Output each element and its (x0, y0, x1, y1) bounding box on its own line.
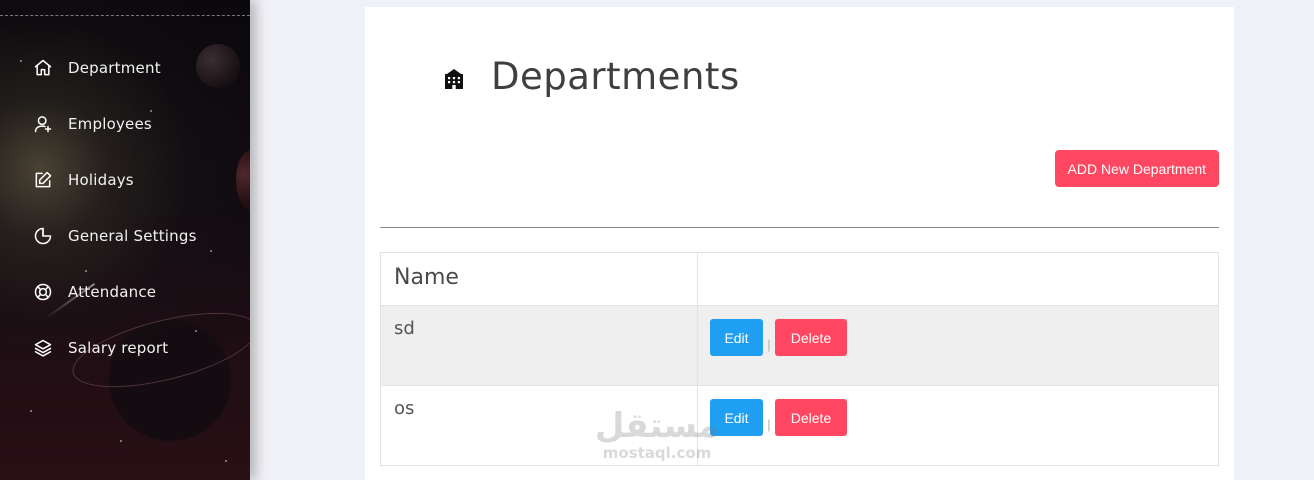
delete-button[interactable]: Delete (775, 319, 847, 356)
table-header-row: Name (380, 252, 1219, 306)
users-icon (32, 113, 54, 135)
action-separator: | (767, 417, 771, 432)
table-row: sd Edit | Delete (380, 305, 1219, 386)
add-department-button[interactable]: ADD New Department (1054, 150, 1219, 187)
page-title: Departments (491, 55, 740, 98)
sidebar-item-label: Department (68, 59, 161, 77)
column-header-name: Name (380, 252, 698, 306)
departments-table: Name sd Edit | Delete os Edit | Delete (380, 252, 1219, 466)
building-icon (445, 68, 463, 89)
sidebar-item-holidays[interactable]: Holidays (0, 152, 250, 208)
section-divider (380, 227, 1219, 228)
edit-button[interactable]: Edit (710, 319, 763, 356)
sidebar-top-divider (0, 15, 250, 16)
department-name: sd (380, 305, 698, 386)
sidebar-item-label: Attendance (68, 283, 157, 301)
sidebar-item-department[interactable]: Department (0, 40, 250, 96)
delete-button[interactable]: Delete (775, 399, 847, 436)
sidebar: Department Employees Holidays General Se… (0, 0, 250, 480)
watermark-arabic: مستقل (594, 406, 720, 446)
sidebar-item-general-settings[interactable]: General Settings (0, 208, 250, 264)
background-star (120, 440, 122, 442)
row-actions: Edit | Delete (697, 305, 1219, 386)
background-star (30, 410, 32, 412)
sidebar-item-salary-report[interactable]: Salary report (0, 320, 250, 376)
life-buoy-icon (32, 281, 54, 303)
page-header: Departments (443, 55, 740, 98)
pie-chart-icon (32, 225, 54, 247)
sidebar-item-employees[interactable]: Employees (0, 96, 250, 152)
edit-icon (32, 169, 54, 191)
sidebar-item-label: Holidays (68, 171, 134, 189)
action-separator: | (767, 337, 771, 352)
watermark: مستقل mostaql.com (592, 408, 722, 462)
layers-icon (32, 337, 54, 359)
row-actions: Edit | Delete (697, 385, 1219, 466)
sidebar-item-attendance[interactable]: Attendance (0, 264, 250, 320)
background-star (225, 460, 227, 462)
sidebar-item-label: General Settings (68, 227, 197, 245)
sidebar-menu: Department Employees Holidays General Se… (0, 40, 250, 376)
sidebar-item-label: Salary report (68, 339, 169, 357)
table-row: os Edit | Delete (380, 385, 1219, 466)
home-icon (32, 57, 54, 79)
sidebar-item-label: Employees (68, 115, 152, 133)
watermark-latin: mostaql.com (602, 444, 712, 462)
departments-panel: Departments ADD New Department Name sd E… (365, 7, 1234, 480)
column-header-actions (697, 252, 1219, 306)
